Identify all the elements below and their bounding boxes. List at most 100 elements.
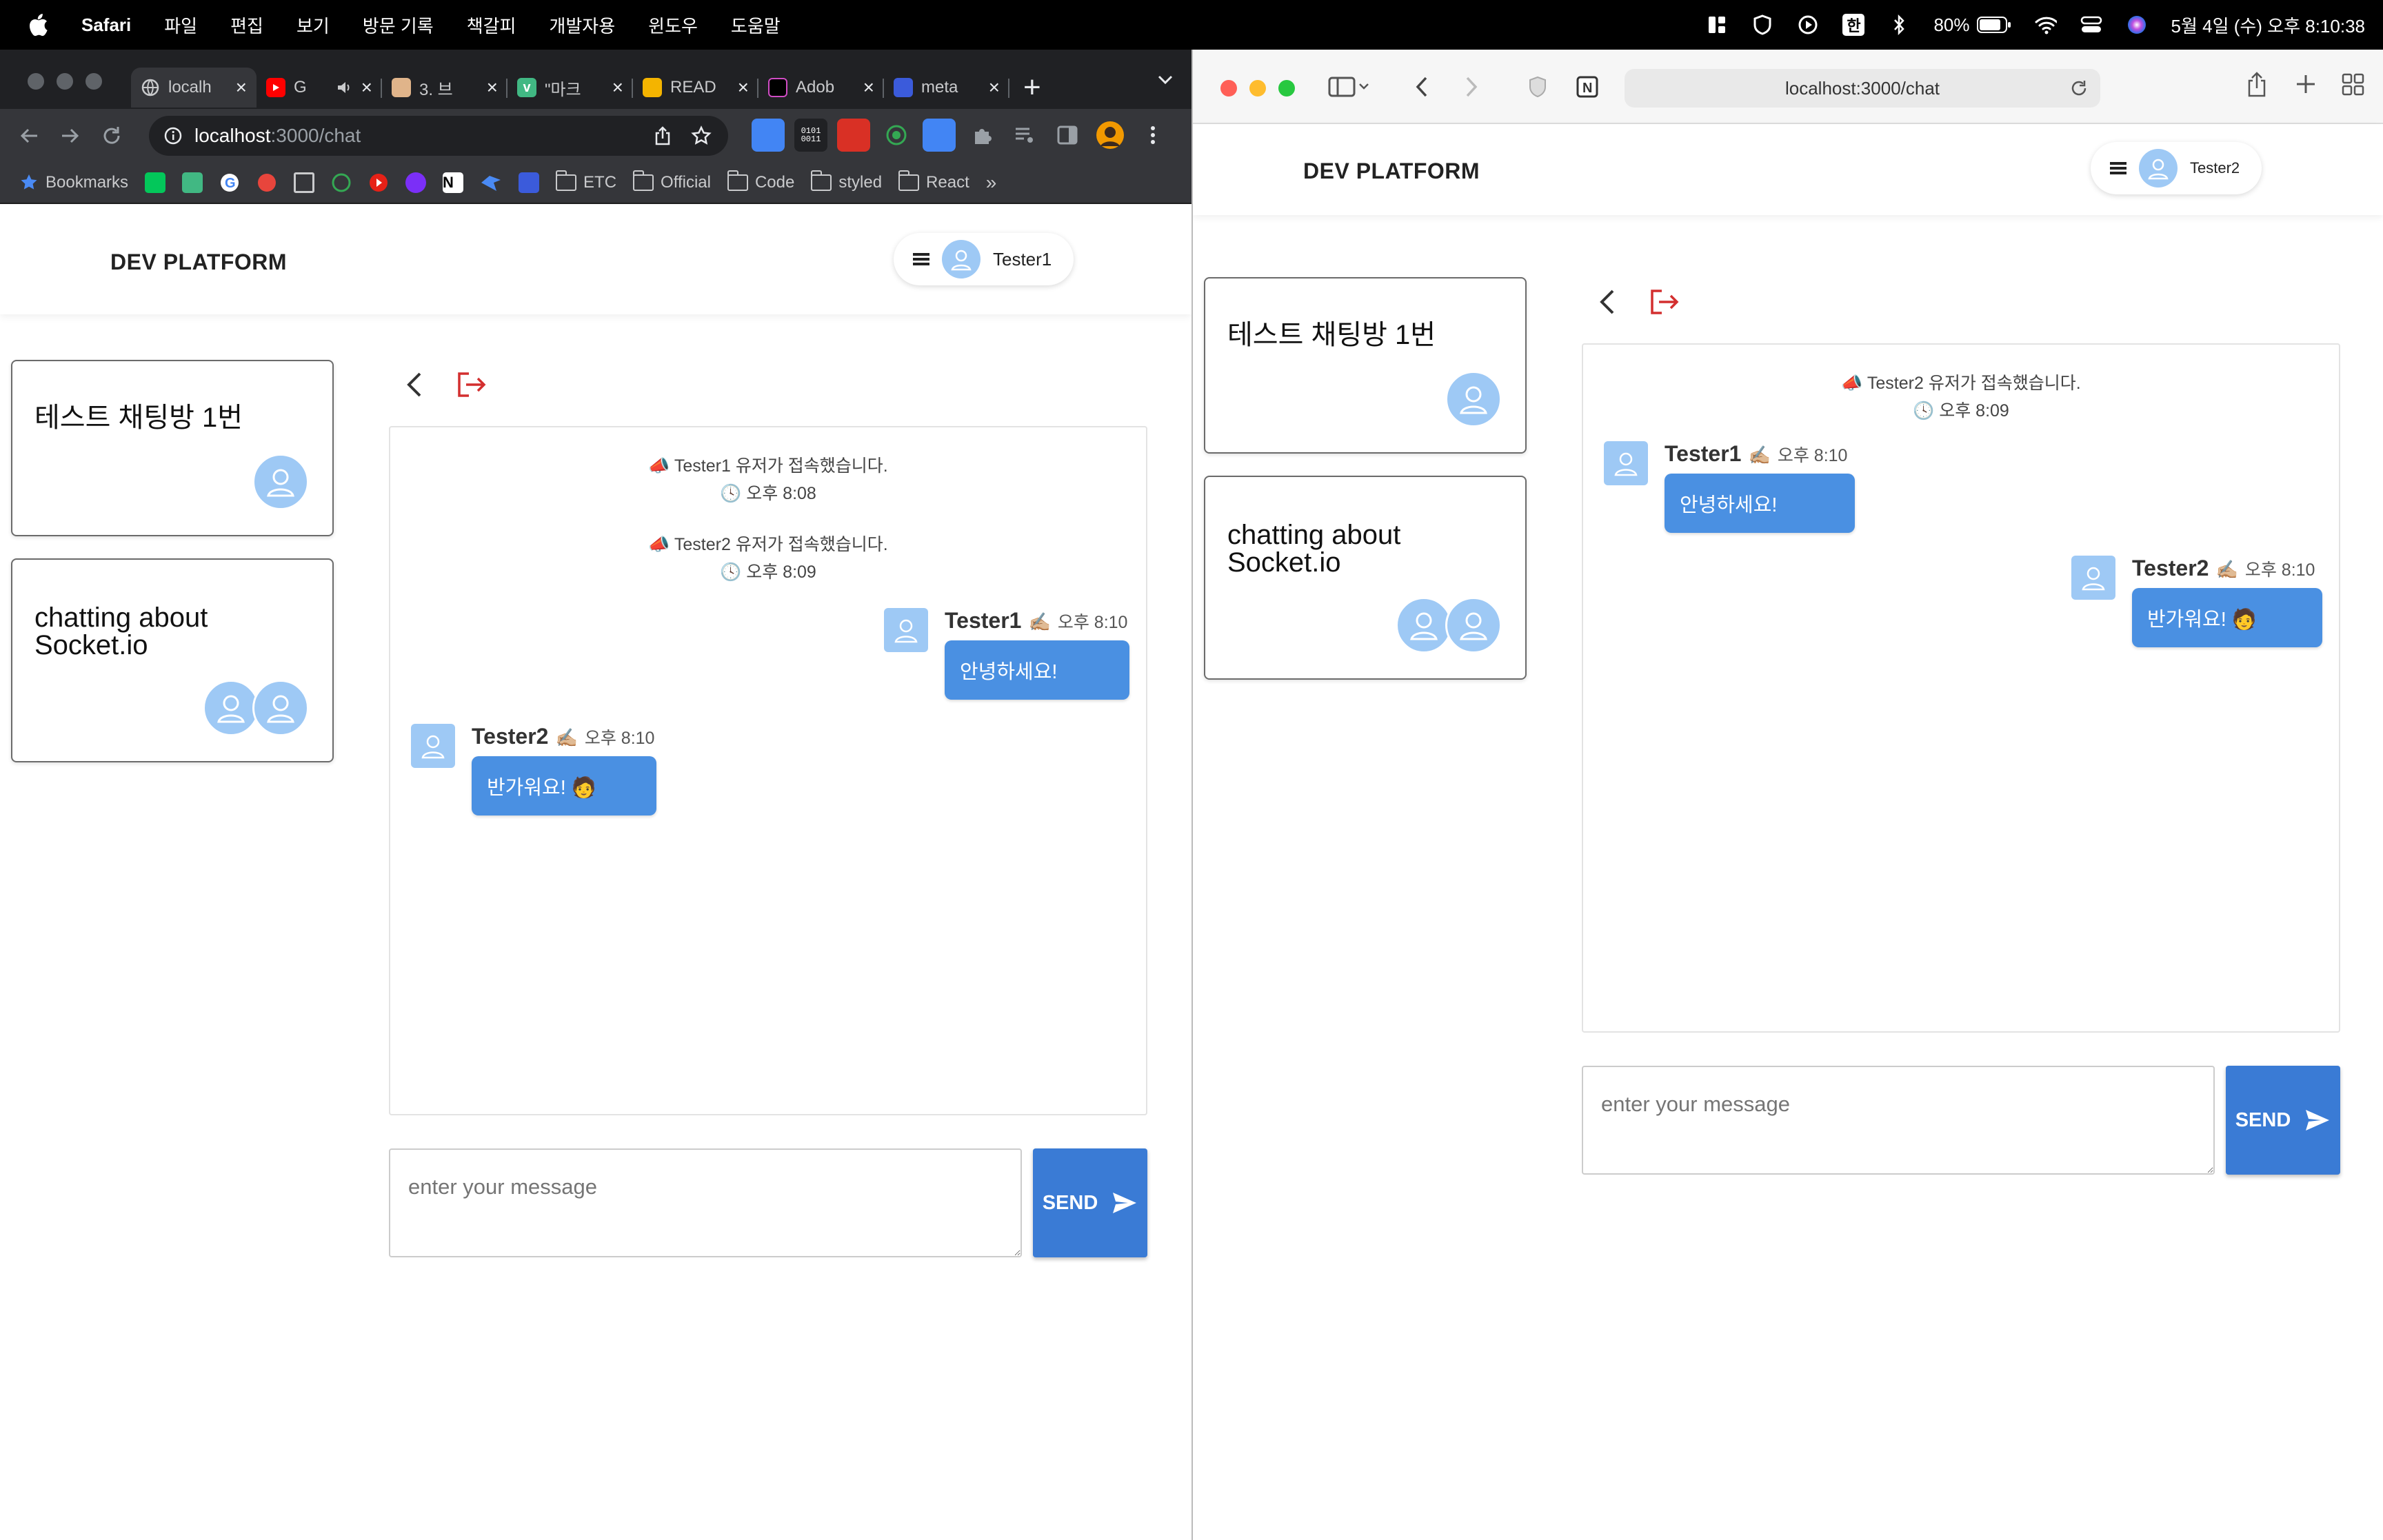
translate-bookmark-icon[interactable]: [519, 172, 540, 193]
bookmark-folder-etc[interactable]: ETC: [556, 170, 616, 192]
close-tab-icon[interactable]: ×: [738, 77, 749, 99]
tab-brush[interactable]: 3. 브 ×: [382, 68, 507, 108]
side-panel-icon[interactable]: [1051, 119, 1084, 152]
square-bookmark-icon[interactable]: [294, 172, 315, 193]
message-input[interactable]: [1582, 1066, 2215, 1175]
close-tab-icon[interactable]: ×: [236, 77, 247, 99]
exit-room-icon[interactable]: [452, 365, 491, 404]
bookmarks-overflow-icon[interactable]: »: [986, 172, 997, 194]
menu-edit[interactable]: 편집: [230, 12, 263, 38]
menu-bookmarks[interactable]: 책갈피: [467, 12, 516, 38]
room-card[interactable]: chatting about Socket.io: [11, 558, 334, 762]
address-bar[interactable]: localhost:3000/chat: [149, 116, 728, 156]
bookmark-folder-styled[interactable]: styled: [811, 170, 882, 192]
close-tab-icon[interactable]: ×: [612, 77, 623, 99]
menu-view[interactable]: 보기: [296, 12, 330, 38]
forward-icon[interactable]: [1465, 76, 1478, 98]
send-button[interactable]: SEND: [1033, 1148, 1147, 1257]
close-tab-icon[interactable]: ×: [487, 77, 498, 99]
binary-extension-icon[interactable]: 0101 0011: [794, 119, 827, 152]
bookmark-star-icon[interactable]: [691, 125, 712, 146]
menu-window[interactable]: 윈도우: [648, 12, 698, 38]
close-tab-icon[interactable]: ×: [863, 77, 874, 99]
room-card[interactable]: 테스트 채팅방 1번: [11, 360, 334, 536]
tab-adobe[interactable]: Adob ×: [758, 68, 884, 108]
address-bar[interactable]: localhost:3000/chat: [1625, 69, 2100, 108]
brand-logo[interactable]: DEV PLATFORM: [110, 250, 287, 275]
send-button[interactable]: SEND: [2226, 1066, 2340, 1175]
bookmark-folder-official[interactable]: Official: [633, 170, 711, 192]
naver-bookmark-icon[interactable]: [145, 172, 166, 193]
vue-bookmark-icon[interactable]: [182, 172, 203, 193]
youtube-bookmark-icon[interactable]: [368, 172, 389, 193]
sidebar-toggle-icon[interactable]: [1328, 76, 1369, 98]
close-window-button[interactable]: [1220, 80, 1237, 97]
notion-bookmark-icon[interactable]: N: [443, 172, 464, 193]
apple-menu-icon[interactable]: [28, 13, 48, 37]
zoom-window-button[interactable]: [86, 73, 102, 90]
back-icon[interactable]: [11, 118, 47, 154]
tab-search-icon[interactable]: [1157, 74, 1174, 85]
new-tab-icon[interactable]: [2295, 73, 2317, 95]
new-tab-button[interactable]: +: [1023, 68, 1041, 109]
share-icon[interactable]: [654, 126, 672, 145]
notion-extension-icon[interactable]: N: [1576, 76, 1598, 98]
bookmark-folder-react[interactable]: React: [898, 170, 969, 192]
tab-readme[interactable]: READ ×: [633, 68, 758, 108]
user-menu-button[interactable]: Tester1: [894, 233, 1074, 285]
siri-icon[interactable]: [2126, 14, 2148, 36]
translate-extension-icon[interactable]: [752, 119, 785, 152]
tab-markdown[interactable]: v "마크 ×: [507, 68, 633, 108]
control-center-icon[interactable]: [2080, 14, 2102, 36]
bird-bookmark-icon[interactable]: [480, 173, 502, 192]
target-extension-icon[interactable]: [880, 119, 913, 152]
menu-clock[interactable]: 5월 4일 (수) 오후 8:10:38: [2171, 12, 2365, 38]
brand-logo[interactable]: DEV PLATFORM: [1303, 159, 1480, 184]
message-input[interactable]: [389, 1148, 1022, 1257]
tab-youtube[interactable]: G ×: [257, 68, 382, 108]
bookmark-folder-code[interactable]: Code: [727, 170, 794, 192]
puzzle-extensions-icon[interactable]: [965, 119, 998, 152]
privacy-shield-icon[interactable]: [1528, 76, 1547, 98]
close-window-button[interactable]: [28, 73, 44, 90]
media-queue-icon[interactable]: [1008, 119, 1041, 152]
menu-help[interactable]: 도움말: [731, 12, 781, 38]
play-icon[interactable]: [1797, 14, 1819, 36]
menu-app-name[interactable]: Safari: [81, 14, 131, 36]
tab-meta[interactable]: meta ×: [884, 68, 1009, 108]
zoom-window-button[interactable]: [1278, 80, 1295, 97]
back-chevron-icon[interactable]: [396, 365, 434, 404]
u-bookmark-icon[interactable]: [405, 172, 427, 193]
close-tab-icon[interactable]: ×: [361, 77, 372, 99]
exit-room-icon[interactable]: [1645, 283, 1684, 321]
profile-avatar[interactable]: [1094, 119, 1127, 152]
room-card[interactable]: 테스트 채팅방 1번: [1204, 277, 1527, 454]
ball-bookmark-icon[interactable]: [257, 172, 277, 193]
tab-localhost[interactable]: localh ×: [131, 68, 257, 108]
minimize-window-button[interactable]: [1249, 80, 1266, 97]
reload-icon[interactable]: [94, 118, 130, 154]
user-menu-button[interactable]: Tester2: [2091, 142, 2262, 194]
info-icon[interactable]: [164, 127, 182, 145]
close-tab-icon[interactable]: ×: [989, 77, 1000, 99]
menu-history[interactable]: 방문 기록: [363, 12, 434, 38]
wifi-icon[interactable]: [2035, 14, 2057, 36]
battery-status[interactable]: 80%: [1933, 14, 2011, 36]
tab-overview-icon[interactable]: [2342, 73, 2365, 97]
back-icon[interactable]: [1415, 76, 1429, 98]
share-icon[interactable]: [2246, 72, 2267, 98]
google-bookmark-icon[interactable]: G: [219, 172, 240, 193]
room-card[interactable]: chatting about Socket.io: [1204, 476, 1527, 680]
google-translate-icon[interactable]: [923, 119, 956, 152]
forward-icon[interactable]: [52, 118, 88, 154]
chrome-menu-icon[interactable]: [1136, 119, 1169, 152]
bookmarks-manager[interactable]: Bookmarks: [19, 173, 128, 192]
bluetooth-icon[interactable]: [1888, 14, 1910, 36]
input-source-icon[interactable]: 한: [1842, 14, 1865, 36]
shield-app-icon[interactable]: [1751, 14, 1773, 36]
window-manager-icon[interactable]: [1706, 14, 1728, 36]
bug-extension-icon[interactable]: [837, 119, 870, 152]
menu-develop[interactable]: 개발자용: [549, 12, 615, 38]
reload-icon[interactable]: [2070, 79, 2088, 97]
circle-bookmark-icon[interactable]: [331, 172, 352, 193]
